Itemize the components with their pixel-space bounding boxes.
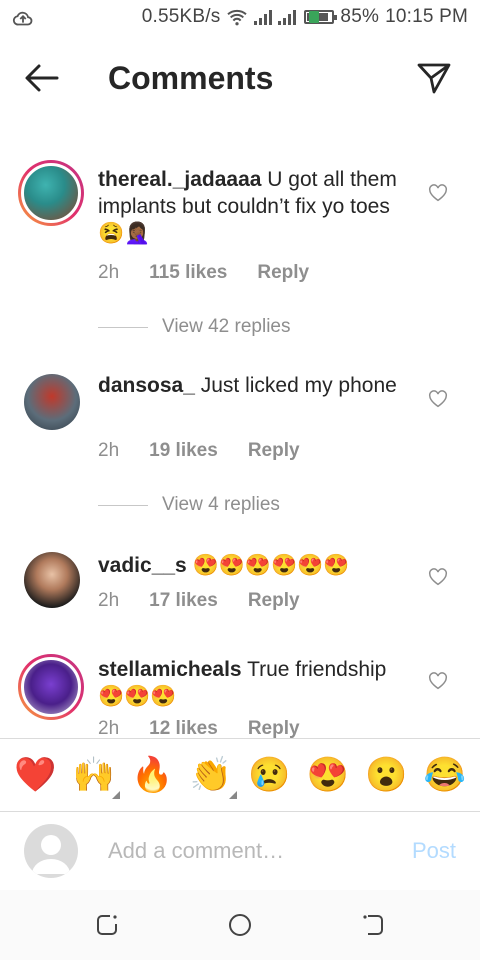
comment-username[interactable]: stellamicheals <box>98 658 242 681</box>
comment-body: 😍😍😍😍😍😍 <box>192 554 350 577</box>
likes-count[interactable]: 17 likes <box>149 590 218 612</box>
avatar[interactable] <box>24 374 80 430</box>
battery-percent: 85% <box>340 6 380 27</box>
comment-username[interactable]: dansosa_ <box>98 374 195 397</box>
signal-2-icon <box>278 9 297 25</box>
view-replies-label: View 4 replies <box>162 494 280 515</box>
heart-icon[interactable] <box>428 672 448 690</box>
page-title: Comments <box>108 60 274 96</box>
comment-time: 2h <box>98 590 120 611</box>
reply-button[interactable]: Reply <box>248 440 300 462</box>
cloud-upload-icon <box>12 11 33 26</box>
arrow-left-icon[interactable] <box>24 62 60 94</box>
avatar[interactable] <box>18 654 84 720</box>
quick-emoji-bar: ❤️ 🙌 🔥 👏 😢 😍 😮 😂 <box>0 738 480 812</box>
system-nav-bar <box>0 890 480 960</box>
comment-meta: 2h 17 likes Reply <box>98 590 300 612</box>
comment-input[interactable] <box>108 838 378 864</box>
clapping-emoji: 👏 <box>189 756 232 794</box>
raised-hands-emoji-button[interactable]: 🙌 <box>66 755 122 799</box>
raised-hands-emoji: 🙌 <box>72 756 115 794</box>
likes-count[interactable]: 19 likes <box>149 440 218 462</box>
comment-time: 2h <box>98 440 120 461</box>
divider <box>98 504 148 506</box>
surprised-emoji-button[interactable]: 😮 <box>358 755 414 795</box>
comment-username[interactable]: thereal._jadaaaa <box>98 168 261 191</box>
comment-meta: 2h 12 likes Reply <box>98 718 300 738</box>
back-nav-icon[interactable] <box>360 912 386 938</box>
battery-icon <box>304 10 338 24</box>
paper-plane-icon[interactable] <box>416 60 452 96</box>
comment-text: thereal._jadaaaa U got all them implants… <box>98 166 398 247</box>
skin-tone-indicator-icon <box>228 791 237 799</box>
reply-button[interactable]: Reply <box>257 262 309 284</box>
comment-composer: Post <box>0 812 480 890</box>
app-header: Comments <box>0 38 480 120</box>
heart-icon[interactable] <box>428 390 448 408</box>
comment-body: Just licked my phone <box>200 374 397 397</box>
cut-off-row <box>140 120 340 124</box>
laughing-emoji-button[interactable]: 😂 <box>417 755 473 795</box>
heart-eyes-emoji-button[interactable]: 😍 <box>300 755 356 795</box>
post-button[interactable]: Post <box>412 838 456 864</box>
comments-list[interactable]: thereal._jadaaaa U got all them implants… <box>0 120 480 738</box>
likes-count[interactable]: 12 likes <box>149 718 218 738</box>
network-speed: 0.55KB/s <box>141 6 221 27</box>
comment-text: vadic__s 😍😍😍😍😍😍 <box>98 552 398 579</box>
crying-emoji-button[interactable]: 😢 <box>241 755 297 795</box>
comment-text: stellamicheals True friendship😍😍😍 <box>98 656 398 710</box>
home-icon[interactable] <box>227 912 253 938</box>
recent-apps-icon[interactable] <box>94 912 120 938</box>
fire-emoji-button[interactable]: 🔥 <box>124 755 180 795</box>
clapping-emoji-button[interactable]: 👏 <box>183 755 239 799</box>
view-replies-button[interactable]: View 4 replies <box>98 494 280 516</box>
divider <box>98 326 148 328</box>
view-replies-button[interactable]: View 42 replies <box>98 316 291 338</box>
comment-time: 2h <box>98 262 120 283</box>
avatar[interactable] <box>24 552 80 608</box>
heart-emoji-button[interactable]: ❤️ <box>7 755 63 795</box>
reply-button[interactable]: Reply <box>248 590 300 612</box>
default-avatar-icon <box>32 835 70 874</box>
view-replies-label: View 42 replies <box>162 316 291 337</box>
heart-icon[interactable] <box>428 568 448 586</box>
reply-button[interactable]: Reply <box>248 718 300 738</box>
heart-icon[interactable] <box>428 184 448 202</box>
comment-time: 2h <box>98 718 120 738</box>
comment-text: dansosa_ Just licked my phone <box>98 372 398 399</box>
clock: 10:15 PM <box>385 6 468 27</box>
comment-meta: 2h 19 likes Reply <box>98 440 300 462</box>
likes-count[interactable]: 115 likes <box>149 262 227 284</box>
signal-1-icon <box>254 9 273 25</box>
avatar[interactable] <box>18 160 84 226</box>
my-avatar <box>24 824 78 878</box>
wifi-icon <box>227 9 248 26</box>
skin-tone-indicator-icon <box>111 791 120 799</box>
comment-username[interactable]: vadic__s <box>98 554 187 577</box>
comment-meta: 2h 115 likes Reply <box>98 262 309 284</box>
status-bar: 0.55KB/s 85% 10:15 PM <box>0 0 480 38</box>
